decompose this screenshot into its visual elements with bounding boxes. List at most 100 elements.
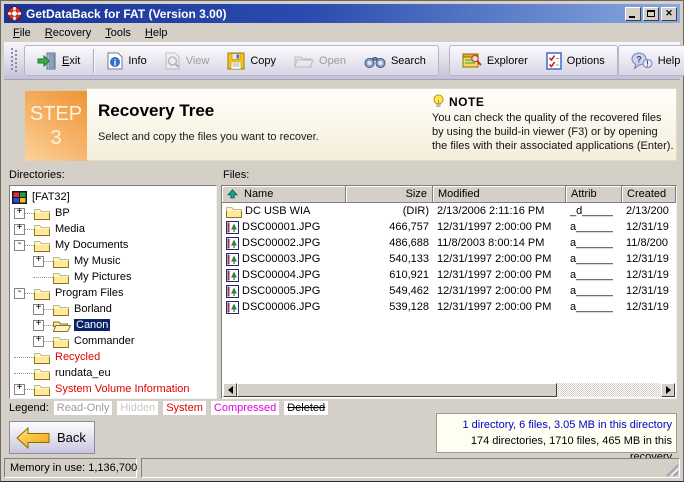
- file-modified: 11/8/2003 8:00:14 PM: [433, 237, 566, 249]
- resize-grip[interactable]: [666, 464, 678, 476]
- folder-icon: [34, 239, 50, 252]
- step-indicator: STEP 3: [25, 91, 87, 161]
- file-attrib: a______: [566, 221, 622, 233]
- page-subtitle: Select and copy the files you want to re…: [98, 131, 319, 143]
- maximize-button[interactable]: [643, 7, 659, 21]
- open-button-label: Open: [319, 55, 346, 67]
- image-icon: [226, 301, 239, 314]
- file-row-dsc00002-jpg[interactable]: DSC00002.JPG486,68811/8/2003 8:00:14 PMa…: [222, 235, 676, 251]
- collapse-icon[interactable]: -: [14, 240, 25, 251]
- copy-icon: [227, 52, 245, 70]
- expand-icon[interactable]: +: [33, 256, 44, 267]
- column-header-name[interactable]: Name: [222, 186, 346, 203]
- expand-icon[interactable]: +: [33, 304, 44, 315]
- menu-bar: FileRecoveryToolsHelp: [4, 23, 680, 42]
- tree-item-program-files[interactable]: -Program Files: [10, 285, 216, 301]
- explorer-button[interactable]: Explorer: [453, 47, 537, 74]
- file-modified: 12/31/1997 2:00:00 PM: [433, 285, 566, 297]
- menu-tools[interactable]: Tools: [99, 25, 139, 41]
- expand-icon[interactable]: +: [33, 336, 44, 347]
- tree-item-canon[interactable]: +Canon: [10, 317, 216, 333]
- legend-label: Legend:: [9, 402, 49, 414]
- file-size: 549,462: [346, 285, 433, 297]
- exit-button[interactable]: Exit: [28, 47, 89, 74]
- tree-item-label: BP: [53, 207, 72, 219]
- info-button-label: Info: [128, 55, 146, 67]
- tree-item-rundata-eu[interactable]: rundata_eu: [10, 365, 216, 381]
- close-button[interactable]: ✕: [661, 7, 677, 21]
- expand-icon[interactable]: +: [14, 224, 25, 235]
- scroll-right-button[interactable]: [661, 383, 675, 397]
- scrollbar-track[interactable]: [557, 383, 661, 397]
- file-row-dsc00006-jpg[interactable]: DSC00006.JPG539,12812/31/1997 2:00:00 PM…: [222, 299, 676, 315]
- tree-item-my-pictures[interactable]: My Pictures: [10, 269, 216, 285]
- menu-recovery[interactable]: Recovery: [39, 25, 99, 41]
- view-icon: [165, 52, 181, 70]
- collapse-icon[interactable]: -: [14, 288, 25, 299]
- page-title: Recovery Tree: [98, 101, 319, 121]
- scrollbar-thumb[interactable]: [237, 383, 557, 397]
- tree-item-label: System Volume Information: [53, 383, 192, 395]
- file-attrib: a______: [566, 285, 622, 297]
- tree-item-bp[interactable]: + BP: [10, 205, 216, 221]
- explorer-icon: [462, 52, 482, 70]
- note-title: NOTE: [449, 95, 484, 109]
- minimize-button[interactable]: [625, 7, 641, 21]
- view-button-label: View: [186, 55, 210, 67]
- app-window: GetDataBack for FAT (Version 3.00) ✕ Fil…: [0, 0, 684, 482]
- tree-item-my-music[interactable]: +My Music: [10, 253, 216, 269]
- column-header-created[interactable]: Created: [622, 186, 676, 203]
- legend-compressed: Compressed: [211, 401, 279, 415]
- file-created: 2/13/200: [622, 205, 676, 217]
- folder-icon: [34, 383, 50, 396]
- expand-icon[interactable]: +: [14, 384, 25, 395]
- copy-button[interactable]: Copy: [218, 47, 285, 74]
- stats-box: 1 directory, 6 files, 3.05 MB in this di…: [436, 413, 677, 453]
- back-button[interactable]: Back: [9, 421, 95, 454]
- tree-item--fat32-[interactable]: [FAT32]: [10, 189, 216, 205]
- folder-open-icon: [53, 319, 71, 332]
- horizontal-scrollbar[interactable]: [223, 383, 675, 397]
- search-button[interactable]: Search: [355, 47, 435, 74]
- toolbar-gripper[interactable]: [11, 48, 18, 74]
- tree-item-borland[interactable]: +Borland: [10, 301, 216, 317]
- file-modified: 12/31/1997 2:00:00 PM: [433, 253, 566, 265]
- folder-icon: [226, 205, 242, 218]
- folder-icon: [53, 335, 69, 348]
- drive-icon: [12, 191, 27, 204]
- scroll-left-button[interactable]: [223, 383, 237, 397]
- info-button[interactable]: iInfo: [98, 47, 155, 74]
- file-row-dc-usb-wia[interactable]: DC USB WIA(DIR)2/13/2006 2:11:16 PM_d___…: [222, 203, 676, 219]
- options-button[interactable]: Options: [537, 47, 614, 74]
- file-row-dsc00005-jpg[interactable]: DSC00005.JPG549,46212/31/1997 2:00:00 PM…: [222, 283, 676, 299]
- file-attrib: a______: [566, 253, 622, 265]
- title-bar: GetDataBack for FAT (Version 3.00) ✕: [4, 4, 680, 23]
- folder-icon: [53, 303, 69, 316]
- tree-item-media[interactable]: +Media: [10, 221, 216, 237]
- toolbar-separator: [93, 49, 94, 73]
- help-button[interactable]: ?!Help: [622, 47, 684, 74]
- back-arrow-icon: [16, 427, 50, 449]
- folder-icon: [34, 367, 50, 380]
- expand-icon[interactable]: +: [33, 320, 44, 331]
- column-header-size[interactable]: Size: [346, 186, 433, 203]
- file-name: DC USB WIA: [222, 205, 346, 218]
- tree-item-commander[interactable]: +Commander: [10, 333, 216, 349]
- file-row-dsc00004-jpg[interactable]: DSC00004.JPG610,92112/31/1997 2:00:00 PM…: [222, 267, 676, 283]
- tree-item-recycled[interactable]: Recycled: [10, 349, 216, 365]
- file-row-dsc00003-jpg[interactable]: DSC00003.JPG540,13312/31/1997 2:00:00 PM…: [222, 251, 676, 267]
- file-created: 12/31/19: [622, 301, 676, 313]
- file-row-dsc00001-jpg[interactable]: DSC00001.JPG466,75712/31/1997 2:00:00 PM…: [222, 219, 676, 235]
- legend-bar: Legend: Read-OnlyHiddenSystemCompressedD…: [9, 400, 328, 415]
- exit-icon: [37, 52, 57, 70]
- tree-item-my-documents[interactable]: -My Documents: [10, 237, 216, 253]
- menu-help[interactable]: Help: [139, 25, 176, 41]
- expand-icon[interactable]: +: [14, 208, 25, 219]
- menu-file[interactable]: File: [7, 25, 39, 41]
- column-header-modified[interactable]: Modified: [433, 186, 566, 203]
- image-icon: [226, 269, 239, 282]
- tree-item-system-volume-information[interactable]: + System Volume Information: [10, 381, 216, 397]
- file-created: 12/31/19: [622, 221, 676, 233]
- column-header-attrib[interactable]: Attrib: [566, 186, 622, 203]
- options-button-label: Options: [567, 55, 605, 67]
